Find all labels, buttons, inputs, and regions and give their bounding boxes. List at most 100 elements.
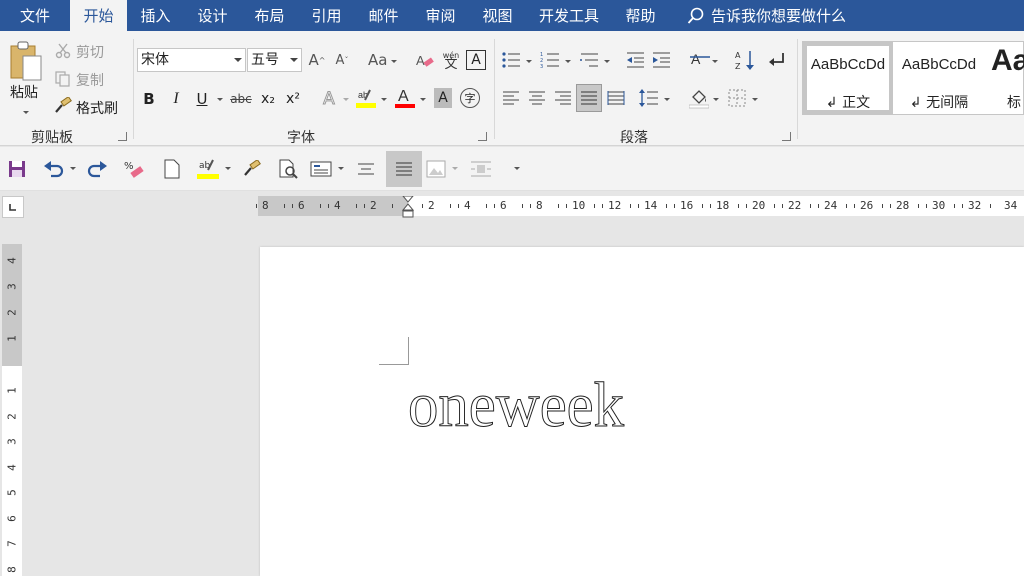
underline-button[interactable]: U [193, 89, 211, 109]
italic-button[interactable]: I [167, 89, 185, 109]
format-painter-label[interactable]: 格式刷 [76, 98, 118, 118]
text-effects-icon[interactable]: A [318, 88, 340, 110]
tab-mailings[interactable]: 邮件 [355, 0, 412, 31]
align-center-icon[interactable] [526, 88, 548, 108]
style-normal[interactable]: AaBbCcDd ↲ 正文 [803, 42, 893, 114]
chinese-layout-dropdown-icon[interactable] [712, 60, 718, 63]
font-color-icon[interactable]: A [394, 86, 416, 110]
bullets-icon[interactable] [500, 50, 522, 70]
picture-icon[interactable] [424, 157, 448, 181]
indent-marker-icon[interactable] [401, 195, 415, 220]
font-color-dropdown-icon[interactable] [420, 98, 426, 101]
paste-dropdown-icon[interactable] [23, 111, 29, 114]
line-spacing-dropdown-icon[interactable] [664, 98, 670, 101]
superscript-button[interactable]: x² [283, 89, 303, 109]
center-align-qat-icon[interactable] [354, 157, 378, 181]
multilevel-dropdown-icon[interactable] [604, 60, 610, 63]
vertical-ruler[interactable]: 4 3 2 1 1 2 3 4 5 6 7 8 [2, 244, 22, 576]
grow-font-icon[interactable]: A ^ [307, 50, 327, 70]
new-document-icon[interactable] [160, 157, 184, 181]
multilevel-list-icon[interactable] [578, 50, 600, 70]
clipboard-launcher-icon[interactable] [118, 132, 127, 141]
decrease-indent-icon[interactable] [624, 50, 646, 70]
ruler-number: 4 [5, 463, 19, 471]
paste-label[interactable]: 粘贴 [10, 82, 38, 102]
change-case-dropdown-icon[interactable] [391, 60, 397, 63]
align-left-icon[interactable] [500, 88, 522, 108]
cut-label[interactable]: 剪切 [76, 42, 104, 62]
line-spacing-icon[interactable] [638, 88, 660, 108]
show-marks-icon[interactable] [766, 50, 788, 70]
paste-button[interactable] [6, 37, 46, 87]
text-box-icon[interactable] [309, 157, 333, 181]
copy-icon[interactable] [53, 69, 73, 89]
numbering-icon[interactable]: 123 [539, 50, 561, 70]
text-box-dropdown-icon[interactable] [338, 167, 344, 170]
font-name-dropdown[interactable]: 宋体 [137, 48, 246, 72]
clear-formatting-icon[interactable]: A [413, 50, 437, 72]
borders-dropdown-icon[interactable] [752, 98, 758, 101]
tab-references[interactable]: 引用 [298, 0, 355, 31]
shrink-font-icon[interactable]: Aˇ [332, 50, 352, 70]
distributed-icon[interactable] [605, 88, 627, 108]
enclose-characters-icon[interactable]: 字 [460, 88, 480, 108]
tab-developer[interactable]: 开发工具 [526, 0, 612, 31]
borders-icon[interactable] [726, 88, 748, 108]
format-painter-qat-icon[interactable] [240, 157, 264, 181]
font-size-dropdown[interactable]: 五号 [247, 48, 302, 72]
justify-icon[interactable] [576, 84, 602, 112]
document-text[interactable]: oneweek [408, 368, 625, 442]
tab-selector[interactable] [2, 196, 24, 218]
paragraph-launcher-icon[interactable] [782, 132, 791, 141]
undo-dropdown-icon[interactable] [70, 167, 76, 170]
change-case-button[interactable]: Aa [368, 51, 387, 69]
tab-help[interactable]: 帮助 [612, 0, 669, 31]
tab-design[interactable]: 设计 [184, 0, 241, 31]
format-painter-icon[interactable] [53, 96, 73, 116]
text-effects-dropdown-icon[interactable] [343, 98, 349, 101]
justify-qat-icon[interactable] [392, 157, 416, 181]
style-no-spacing[interactable]: AaBbCcDd ↲ 无间隔 [894, 42, 984, 114]
numbering-dropdown-icon[interactable] [565, 60, 571, 63]
highlight-dropdown-icon[interactable] [381, 98, 387, 101]
character-border-icon[interactable]: A [466, 50, 486, 70]
tell-me-box[interactable]: 告诉我你想要做什么 [687, 5, 846, 26]
copy-label[interactable]: 复制 [76, 70, 104, 90]
redo-icon[interactable] [85, 157, 109, 181]
style-sample: AaBbCcDd [901, 56, 977, 73]
bold-button[interactable]: B [140, 89, 158, 109]
horizontal-ruler[interactable]: 8 6 4 2 2 4 6 8 10 12 14 16 18 20 22 24 26 28 30 32 34 [256, 195, 1024, 218]
tab-layout[interactable]: 布局 [241, 0, 298, 31]
chinese-layout-icon[interactable]: A [688, 50, 712, 70]
subscript-button[interactable]: x₂ [258, 89, 278, 109]
tab-view[interactable]: 视图 [469, 0, 526, 31]
strikethrough-button[interactable]: abc [229, 89, 253, 109]
print-preview-icon[interactable] [276, 157, 300, 181]
tab-home[interactable]: 开始 [70, 0, 127, 31]
bullets-dropdown-icon[interactable] [526, 60, 532, 63]
shading-icon[interactable] [688, 86, 710, 110]
phonetic-guide-icon[interactable]: wén 文 [440, 48, 462, 72]
highlight-color-icon[interactable]: ab [355, 86, 377, 110]
wrap-text-icon[interactable] [469, 157, 493, 181]
save-icon[interactable] [5, 157, 29, 181]
character-shading-icon[interactable]: A [434, 88, 452, 108]
underline-dropdown-icon[interactable] [217, 98, 223, 101]
align-right-icon[interactable] [552, 88, 574, 108]
sort-icon[interactable]: AZ [734, 48, 756, 72]
cut-icon[interactable] [53, 41, 73, 61]
highlight-qat-dropdown-icon[interactable] [225, 167, 231, 170]
tab-insert[interactable]: 插入 [127, 0, 184, 31]
font-launcher-icon[interactable] [478, 132, 487, 141]
undo-icon[interactable] [42, 157, 66, 181]
document-page[interactable]: oneweek [260, 247, 1024, 576]
increase-indent-icon[interactable] [650, 50, 672, 70]
tab-review[interactable]: 审阅 [412, 0, 469, 31]
tab-file[interactable]: 文件 [0, 0, 70, 31]
picture-dropdown-icon[interactable] [452, 167, 458, 170]
shading-dropdown-icon[interactable] [713, 98, 719, 101]
customize-qat-icon[interactable] [514, 167, 520, 170]
clear-format-icon[interactable]: % [122, 157, 146, 181]
style-heading[interactable]: Aa 标题 [985, 42, 1024, 114]
highlight-icon[interactable]: ab [196, 157, 220, 181]
